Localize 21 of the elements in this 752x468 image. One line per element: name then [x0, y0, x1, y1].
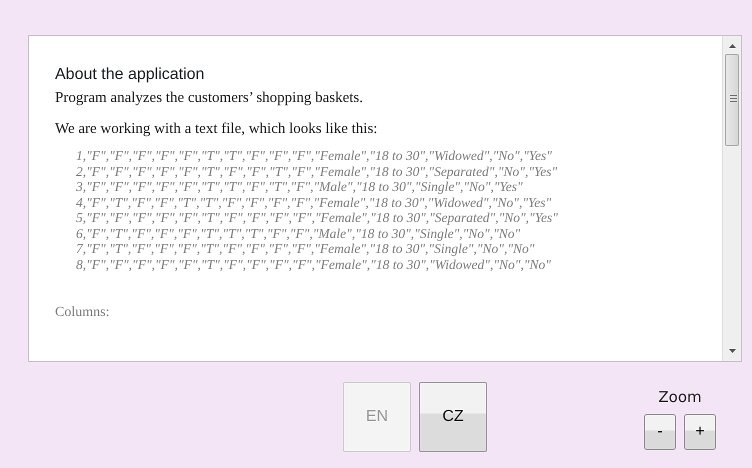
grip-icon	[730, 95, 737, 102]
paragraph: Program analyzes the customers’ shopping baskets.	[55, 89, 364, 108]
paragraph: We are working with a text file, which looks like this:	[55, 120, 378, 138]
sample-line: 7,"F","T","F","F","F","T","F","F","F","F","Female","18 to 30","Single","No","No"	[75, 241, 536, 256]
scroll-down-icon[interactable]	[729, 349, 736, 353]
sample-line: 6,"F","T","F","F","F","T","T","T","F","F","Male","18 to 30","Single","No","No"	[75, 226, 522, 241]
zoom-label: Zoom	[658, 386, 702, 408]
zoom-out-button[interactable]: -	[644, 414, 676, 450]
sample-line: 8,"F","F","F","F","F","T","F","F","F","F","Female","18 to 30","Widowed","No","No"	[75, 256, 552, 272]
sample-line: 4,"F","T","F","F","T","T","F","F","F","F","Female","18 to 30","Widowed","No","Yes"	[75, 194, 552, 210]
language-button[interactable]: CZ	[419, 382, 487, 452]
heading: About the application	[55, 65, 206, 85]
scroll-thumb[interactable]	[725, 54, 739, 146]
sample-line: 1,"F","F","F","F","F","T","T","F","F","F","Female","18 to 30","Widowed","No","Yes"	[75, 148, 553, 164]
zoom-in-button[interactable]: +	[684, 414, 716, 450]
sample-line: 2,"F","F","F","F","F","T","F","F","T","F","Female","18 to 30","Separated","No","Yes"	[75, 164, 558, 179]
sample-line: 5,"F","F","F","F","F","T","F","F","F","F","Female","18 to 30","Separated","No","Yes"	[75, 210, 559, 226]
columns-label: Columns:	[55, 304, 110, 322]
scroll-up-icon[interactable]	[729, 44, 736, 48]
sample-line: 3,"F","F","F","F","F","T","T","F","T","F","Male","18 to 30","Single","No","Yes"	[75, 179, 524, 194]
scrollbar[interactable]	[722, 36, 741, 361]
